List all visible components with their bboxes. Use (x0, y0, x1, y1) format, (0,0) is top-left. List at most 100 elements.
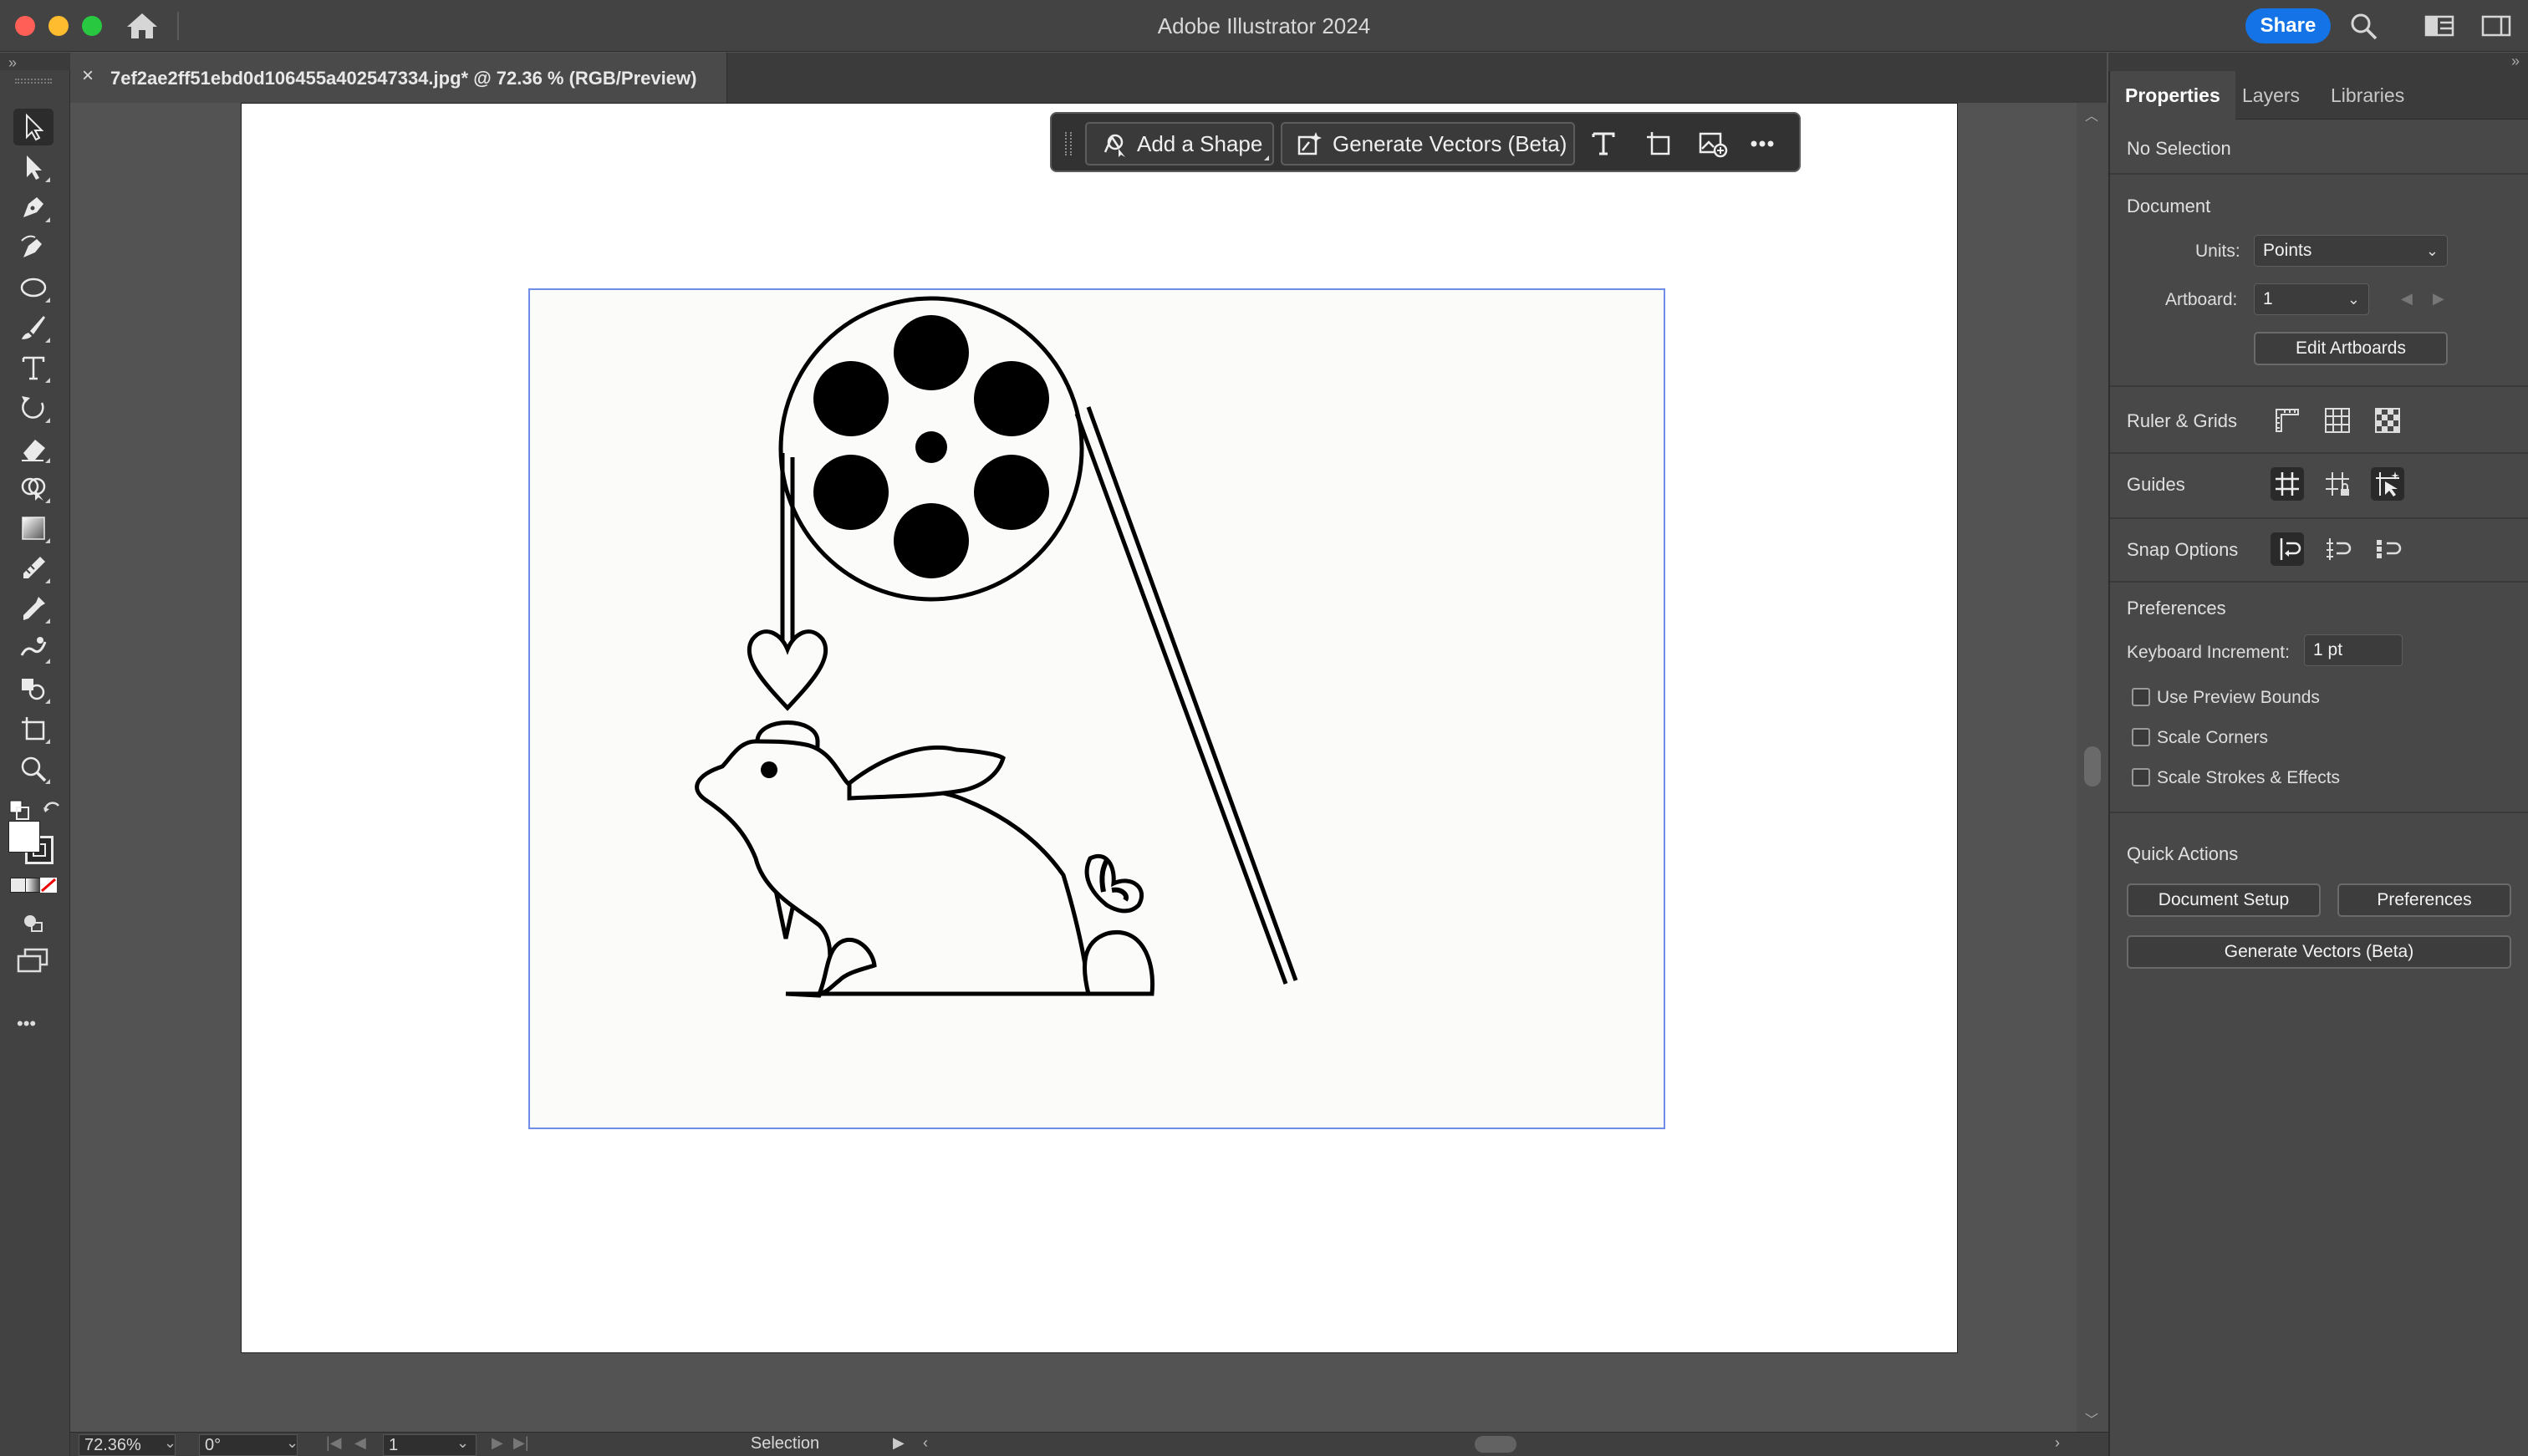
snap-to-grid-toggle[interactable] (2321, 532, 2354, 566)
first-artboard-icon[interactable]: |◀ (326, 1434, 342, 1452)
gradient-tool[interactable] (13, 510, 54, 547)
eraser-tool[interactable] (13, 430, 54, 466)
close-icon[interactable]: × (82, 64, 94, 88)
app-title: Adobe Illustrator 2024 (1157, 13, 1371, 38)
rabbit-film-reel-artwork[interactable] (530, 290, 1664, 1128)
rotate-tool[interactable] (13, 389, 54, 426)
zoom-dropdown-icon[interactable]: ⌄ (164, 1434, 176, 1452)
eyedropper-tool[interactable] (13, 590, 54, 627)
panel-toggle-icon[interactable] (2481, 12, 2511, 40)
add-a-shape-button[interactable]: Add a Shape (1085, 122, 1274, 165)
ellipse-tool[interactable] (13, 269, 54, 306)
default-colors-icon[interactable] (8, 799, 32, 822)
scroll-left-icon[interactable]: ‹ (923, 1434, 928, 1452)
units-select[interactable]: Points ⌄ (2254, 235, 2448, 267)
artboard-icon[interactable] (1642, 129, 1675, 159)
properties-panel: Properties Layers Libraries No Selection… (2108, 71, 2528, 1456)
grid-toggle[interactable] (2321, 404, 2354, 437)
next-artboard-icon[interactable]: ▶ (2433, 290, 2444, 308)
previous-artboard-icon[interactable]: ◀ (2401, 290, 2413, 308)
shape-builder-tool[interactable] (13, 470, 54, 507)
preferences-button[interactable]: Preferences (2337, 883, 2511, 917)
use-preview-bounds-checkbox[interactable] (2132, 688, 2150, 706)
panel-collapse-strip[interactable]: » (2108, 53, 2528, 71)
document-setup-button[interactable]: Document Setup (2127, 883, 2321, 917)
double-chevron-icon[interactable]: » (8, 54, 17, 72)
artboard-tool[interactable] (13, 710, 54, 747)
task-bar-grip[interactable] (1065, 132, 1072, 155)
none-mode-icon[interactable] (40, 878, 57, 893)
draw-mode-icon[interactable] (20, 909, 47, 936)
guides-heading: Guides (2127, 474, 2185, 495)
canvas-area[interactable]: ︿ ﹀ (70, 103, 2108, 1432)
scale-strokes-checkbox[interactable] (2132, 768, 2150, 787)
snap-to-point-toggle[interactable] (2271, 532, 2304, 566)
puppet-warp-tool[interactable] (13, 630, 54, 667)
workspace-switcher-icon[interactable] (2424, 12, 2454, 40)
rotate-icon (22, 396, 44, 419)
vertical-scroll-thumb[interactable] (2084, 746, 2101, 787)
fill-swatch[interactable] (8, 821, 40, 853)
status-menu-arrow-icon[interactable]: ▶ (893, 1434, 905, 1452)
place-image-icon[interactable] (1695, 129, 1729, 159)
snap-to-pixel-toggle[interactable] (2371, 532, 2404, 566)
scroll-right-icon[interactable]: › (2055, 1434, 2060, 1452)
keyboard-increment-input[interactable]: 1 pt (2304, 634, 2403, 666)
screen-mode-icon[interactable] (17, 948, 50, 975)
rotation-dropdown-icon[interactable]: ⌄ (286, 1434, 298, 1452)
units-value: Points (2263, 241, 2312, 260)
artboard-dropdown-icon[interactable]: ⌄ (456, 1434, 469, 1452)
artboard-value: 1 (2263, 289, 2273, 308)
document-tab[interactable]: × 7ef2ae2ff51ebd0d106455a402547334.jpg* … (70, 53, 727, 103)
more-options-icon[interactable] (1746, 129, 1779, 159)
zoom-tool[interactable] (13, 751, 54, 787)
guides-toggle[interactable] (2271, 467, 2304, 501)
transparency-grid-toggle[interactable] (2371, 404, 2404, 437)
tab-layers[interactable]: Layers (2227, 71, 2315, 120)
search-icon[interactable] (2349, 12, 2379, 40)
tab-properties[interactable]: Properties (2110, 71, 2235, 120)
scale-corners-checkbox[interactable] (2132, 728, 2150, 746)
artboard-select[interactable]: 1 ⌄ (2254, 283, 2369, 315)
rotation-field[interactable]: 0° (199, 1434, 298, 1456)
lock-guides-toggle[interactable] (2321, 467, 2354, 501)
symbol-sprayer-tool[interactable] (13, 670, 54, 707)
direct-selection-tool[interactable] (13, 149, 54, 186)
color-mode-button[interactable] (10, 878, 27, 893)
document-tab-label: 7ef2ae2ff51ebd0d106455a402547334.jpg* @ … (110, 68, 697, 89)
scroll-down-icon[interactable]: ﹀ (2085, 1408, 2098, 1428)
previous-artboard-icon[interactable]: ◀ (354, 1434, 366, 1452)
edit-artboards-button[interactable]: Edit Artboards (2254, 332, 2448, 365)
shape-builder-icon (21, 477, 46, 501)
double-chevron-icon[interactable]: » (2511, 53, 2520, 70)
grid-icon (2325, 408, 2350, 433)
generate-vectors-panel-button[interactable]: Generate Vectors (Beta) (2127, 935, 2511, 969)
type-tool[interactable] (13, 349, 54, 386)
selection-tool[interactable] (13, 109, 54, 145)
curvature-tool[interactable] (13, 229, 54, 266)
horizontal-scroll-thumb[interactable] (1475, 1436, 1516, 1453)
ruler-toggle[interactable] (2271, 404, 2304, 437)
swap-colors-icon[interactable] (40, 799, 64, 822)
tab-libraries[interactable]: Libraries (2316, 71, 2419, 120)
tools-panel: ••• (0, 70, 70, 1456)
pen-tool[interactable] (13, 189, 54, 226)
generate-vectors-button[interactable]: Generate Vectors (Beta) (1281, 122, 1575, 165)
ruler-grids-heading: Ruler & Grids (2127, 410, 2238, 431)
zoom-level-field[interactable]: 72.36% (79, 1434, 176, 1456)
more-tools-icon[interactable]: ••• (17, 1013, 36, 1035)
paintbrush-tool[interactable] (13, 309, 54, 346)
vertical-scrollbar[interactable]: ︿ ﹀ (2077, 103, 2108, 1432)
chevron-down-icon: ⌄ (2425, 242, 2439, 259)
scroll-up-icon[interactable]: ︿ (2085, 104, 2098, 125)
type-icon[interactable] (1587, 129, 1620, 159)
artboard-1[interactable] (528, 288, 1665, 1129)
toolbar-grip[interactable] (15, 79, 52, 84)
gradient-mode-button[interactable] (25, 878, 42, 893)
last-artboard-icon[interactable]: ▶| (513, 1434, 529, 1452)
share-button[interactable]: Share (2245, 8, 2331, 43)
smart-guides-toggle[interactable] (2371, 467, 2404, 501)
ruler-icon (2276, 409, 2299, 432)
measure-tool[interactable] (13, 550, 54, 587)
next-artboard-icon[interactable]: ▶ (492, 1434, 503, 1452)
